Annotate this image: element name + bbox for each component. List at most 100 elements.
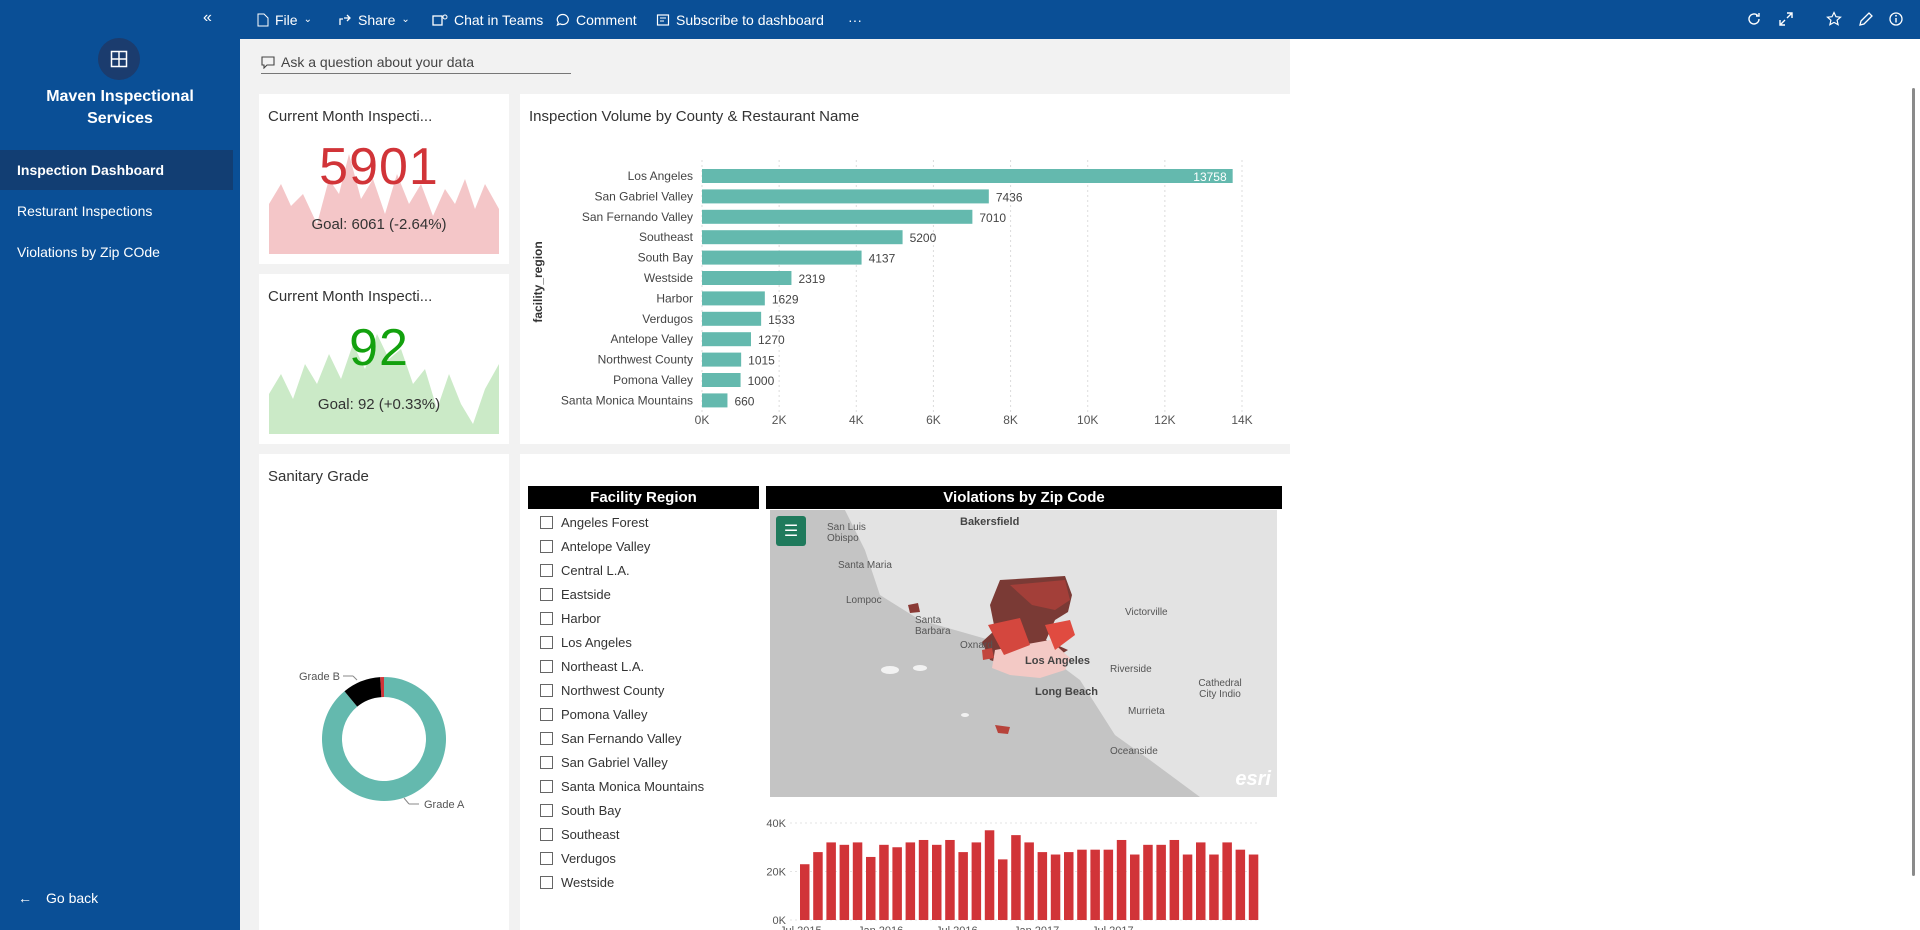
subscribe-button[interactable]: Subscribe to dashboard — [656, 0, 824, 39]
slicer-item[interactable]: Antelope Valley — [540, 536, 650, 556]
checkbox[interactable] — [540, 731, 553, 745]
column-bar[interactable] — [1235, 849, 1246, 920]
column-bar[interactable] — [918, 839, 929, 920]
slicer-item[interactable]: Pomona Valley — [540, 704, 647, 724]
slicer-item[interactable]: Central L.A. — [540, 560, 630, 580]
collapse-sidebar-button[interactable]: « — [203, 9, 212, 27]
column-bar[interactable] — [866, 856, 876, 920]
column-bar[interactable] — [958, 852, 968, 920]
column-bar[interactable] — [998, 859, 1008, 920]
checkbox[interactable] — [540, 635, 553, 649]
column-bar[interactable] — [905, 842, 916, 920]
slicer-item[interactable]: Southeast — [540, 824, 620, 844]
file-menu[interactable]: File ⌄ — [257, 0, 312, 39]
bar[interactable] — [702, 169, 1233, 183]
slicer-item[interactable]: San Fernando Valley — [540, 728, 681, 748]
bar[interactable] — [702, 332, 751, 347]
chat-in-teams-button[interactable]: Chat in Teams — [432, 0, 543, 39]
info-icon[interactable] — [1888, 11, 1904, 27]
column-bar[interactable] — [852, 842, 863, 920]
checkbox[interactable] — [540, 803, 553, 817]
column-bar[interactable] — [892, 847, 902, 920]
bar[interactable] — [702, 352, 742, 367]
bar[interactable] — [702, 311, 762, 326]
column-bar[interactable] — [1169, 839, 1180, 920]
inspection-volume-card[interactable]: Inspection Volume by County & Restaurant… — [520, 94, 1290, 444]
comment-button[interactable]: Comment — [556, 0, 637, 39]
slicer-item[interactable]: Northwest County — [540, 680, 664, 700]
column-bar[interactable] — [839, 844, 850, 920]
column-bar[interactable] — [826, 842, 836, 920]
checkbox[interactable] — [540, 587, 553, 601]
slicer-item[interactable]: Santa Monica Mountains — [540, 776, 704, 796]
column-bar[interactable] — [1064, 852, 1074, 920]
vertical-scrollbar[interactable] — [1912, 88, 1915, 876]
column-bar[interactable] — [984, 830, 995, 920]
violations-map[interactable]: ☰ San Luis Obispo Bakersfield Santa Maria L… — [770, 510, 1277, 797]
column-bar[interactable] — [971, 842, 982, 920]
checkbox[interactable] — [540, 563, 553, 577]
map-menu-icon[interactable]: ☰ — [776, 516, 806, 546]
bar[interactable] — [702, 189, 989, 204]
column-bar[interactable] — [1209, 854, 1219, 920]
column-bar[interactable] — [879, 844, 889, 920]
checkbox[interactable] — [540, 659, 553, 673]
sanitary-grade-card[interactable]: Sanitary Grade Grade B Grade A — [259, 454, 509, 930]
column-bar[interactable] — [813, 852, 823, 920]
column-bar[interactable] — [932, 844, 942, 920]
kpi-card-inspections[interactable]: Current Month Inspecti... 5901 Goal: 606… — [259, 94, 509, 264]
bar[interactable] — [702, 209, 973, 224]
column-bar[interactable] — [1116, 839, 1127, 920]
nav-item-violations-by-zip[interactable]: Violations by Zip COde — [0, 232, 233, 272]
column-bar[interactable] — [1248, 854, 1259, 920]
slicer-item[interactable]: Eastside — [540, 584, 611, 604]
checkbox[interactable] — [540, 611, 553, 625]
checkbox[interactable] — [540, 875, 553, 889]
column-bar[interactable] — [1130, 854, 1140, 920]
checkbox[interactable] — [540, 827, 553, 841]
nav-item-resturant-inspections[interactable]: Resturant Inspections — [0, 191, 233, 231]
column-bar[interactable] — [1196, 842, 1206, 920]
more-options-button[interactable]: ··· — [848, 0, 862, 39]
column-bar[interactable] — [1037, 852, 1048, 920]
donut-slice[interactable] — [322, 677, 446, 801]
checkbox[interactable] — [540, 755, 553, 769]
slicer-item[interactable]: South Bay — [540, 800, 621, 820]
kpi-card-score[interactable]: Current Month Inspecti... 92 Goal: 92 (+… — [259, 274, 509, 444]
slicer-item[interactable]: Angeles Forest — [540, 512, 648, 532]
bar[interactable] — [702, 230, 903, 245]
nav-item-inspection-dashboard[interactable]: Inspection Dashboard — [0, 150, 233, 190]
slicer-item[interactable]: Los Angeles — [540, 632, 632, 652]
bar[interactable] — [702, 393, 728, 408]
checkbox[interactable] — [540, 707, 553, 721]
column-bar[interactable] — [1182, 854, 1193, 920]
share-menu[interactable]: Share ⌄ — [338, 0, 410, 39]
refresh-icon[interactable] — [1746, 11, 1762, 27]
star-icon[interactable] — [1826, 11, 1842, 27]
slicer-item[interactable]: Harbor — [540, 608, 601, 628]
bar[interactable] — [702, 291, 765, 306]
checkbox[interactable] — [540, 515, 553, 529]
qa-search[interactable]: Ask a question about your data — [261, 51, 571, 74]
slicer-item[interactable]: Westside — [540, 872, 614, 892]
go-back-button[interactable]: ← Go back — [18, 890, 98, 906]
column-bar[interactable] — [1011, 835, 1021, 920]
column-bar[interactable] — [1090, 849, 1100, 920]
column-bar[interactable] — [800, 864, 810, 920]
column-bar[interactable] — [1222, 842, 1232, 920]
column-bar[interactable] — [1143, 844, 1153, 920]
bar[interactable] — [702, 250, 862, 265]
column-bar[interactable] — [1050, 854, 1061, 920]
bar[interactable] — [702, 271, 792, 285]
checkbox[interactable] — [540, 683, 553, 697]
column-bar[interactable] — [1156, 844, 1166, 920]
checkbox[interactable] — [540, 851, 553, 865]
expand-icon[interactable] — [1778, 11, 1794, 27]
column-bar[interactable] — [945, 839, 955, 920]
edit-icon[interactable] — [1858, 11, 1874, 27]
bar[interactable] — [702, 373, 741, 387]
column-bar[interactable] — [1103, 849, 1114, 920]
column-bar[interactable] — [1024, 842, 1034, 920]
column-bar[interactable] — [1077, 849, 1087, 920]
slicer-item[interactable]: Northeast L.A. — [540, 656, 644, 676]
